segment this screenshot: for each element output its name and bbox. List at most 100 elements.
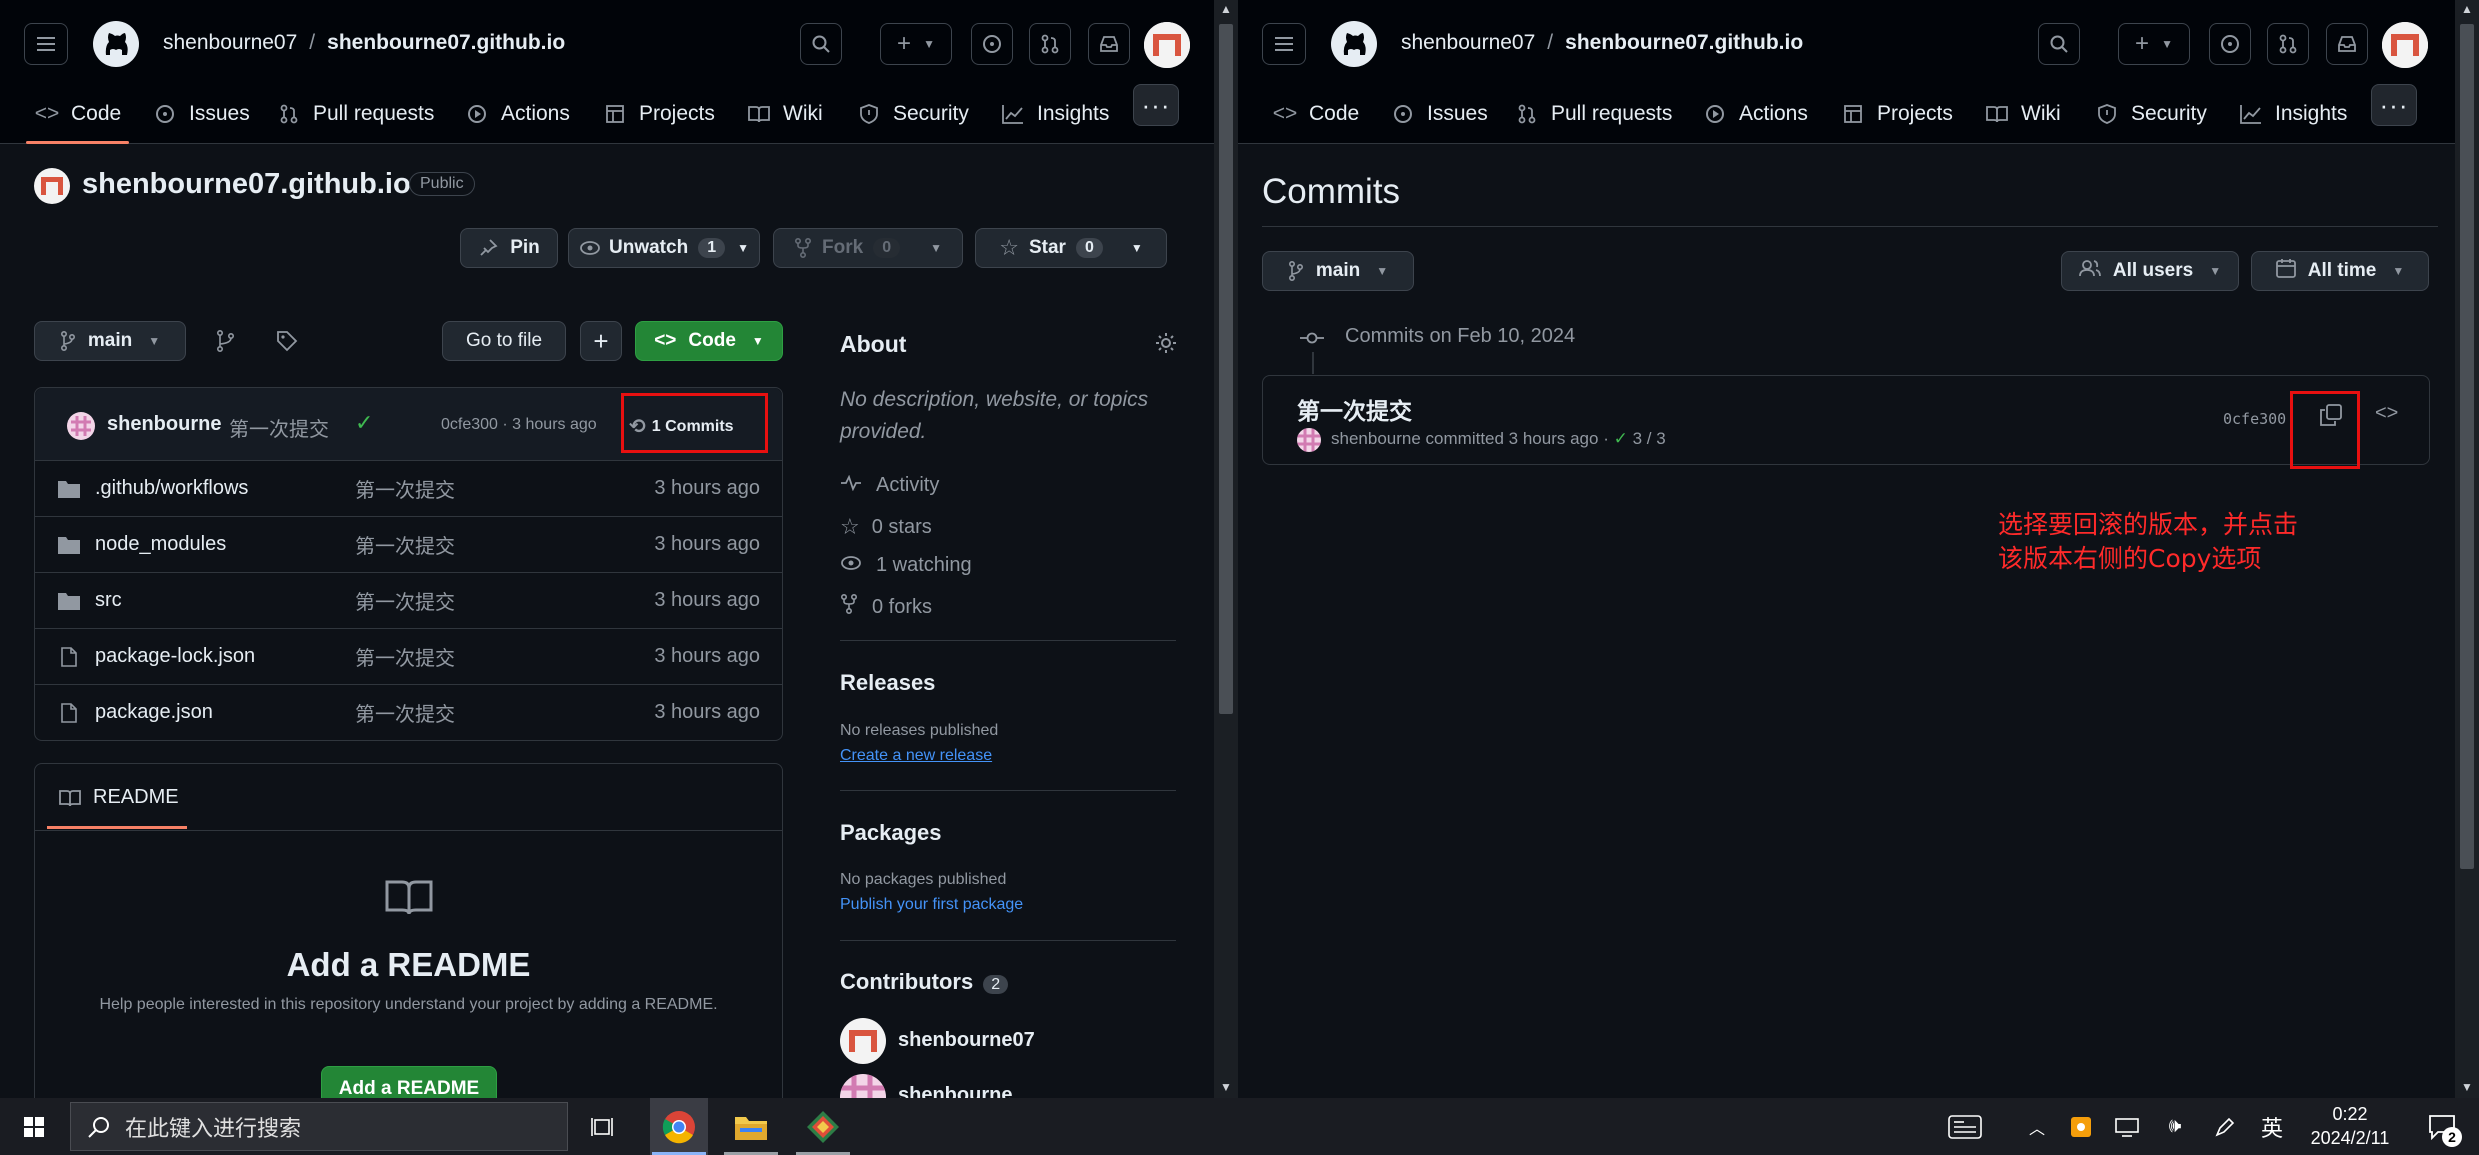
tab-projects[interactable]: Projects bbox=[602, 98, 715, 130]
publish-package-link[interactable]: Publish your first package bbox=[840, 896, 1023, 914]
news-icon[interactable] bbox=[1944, 1098, 1986, 1155]
tags-icon[interactable] bbox=[276, 330, 298, 357]
time-filter[interactable]: All time ▼ bbox=[2251, 251, 2429, 291]
git-app-icon[interactable] bbox=[794, 1098, 852, 1155]
go-to-file-button[interactable]: Go to file bbox=[442, 321, 566, 361]
breadcrumb-owner[interactable]: shenbourne07 bbox=[163, 31, 297, 54]
contributor-avatar[interactable] bbox=[840, 1018, 886, 1064]
user-avatar[interactable] bbox=[1144, 22, 1190, 68]
user-avatar[interactable] bbox=[2382, 22, 2428, 68]
scroll-down-arrow[interactable]: ▼ bbox=[2455, 1078, 2479, 1096]
add-readme-button[interactable]: Add a README bbox=[321, 1066, 497, 1098]
tab-projects[interactable]: Projects bbox=[1840, 98, 1953, 130]
tab-security[interactable]: Security bbox=[856, 98, 969, 130]
task-view-icon[interactable] bbox=[580, 1098, 628, 1155]
inbox-icon[interactable] bbox=[2326, 23, 2368, 65]
packages-title[interactable]: Packages bbox=[840, 820, 942, 846]
search-icon[interactable] bbox=[2038, 23, 2080, 65]
clock[interactable]: 0:22 2024/2/11 bbox=[2296, 1102, 2404, 1152]
tab-insights[interactable]: Insights bbox=[2238, 98, 2347, 130]
scroll-up-arrow[interactable]: ▲ bbox=[2455, 0, 2479, 18]
breadcrumb-owner[interactable]: shenbourne07 bbox=[1401, 31, 1535, 54]
fork-button[interactable]: Fork 0 ▼ bbox=[773, 228, 963, 268]
tab-code[interactable]: <> Code bbox=[1272, 98, 1359, 130]
contributor-name[interactable]: shenbourne07 bbox=[898, 1029, 1035, 1052]
pull-requests-icon[interactable] bbox=[2267, 23, 2309, 65]
create-new-button[interactable]: + ▼ bbox=[880, 23, 952, 65]
file-row[interactable]: .github/workflows 第一次提交 3 hours ago bbox=[35, 460, 782, 516]
branches-icon[interactable] bbox=[216, 329, 236, 357]
inbox-icon[interactable] bbox=[1088, 23, 1130, 65]
network-icon[interactable] bbox=[2110, 1098, 2144, 1155]
tray-overflow-icon[interactable]: ︿ bbox=[2022, 1098, 2052, 1155]
ime-indicator[interactable]: 英 bbox=[2256, 1098, 2288, 1155]
tab-actions[interactable]: Actions bbox=[464, 98, 570, 130]
activity-link[interactable]: Activity bbox=[840, 474, 939, 497]
readme-tab[interactable]: README bbox=[59, 786, 179, 809]
tab-wiki[interactable]: Wiki bbox=[1984, 98, 2061, 130]
file-row[interactable]: src 第一次提交 3 hours ago bbox=[35, 572, 782, 628]
users-filter[interactable]: All users ▼ bbox=[2061, 251, 2239, 291]
pen-icon[interactable] bbox=[2208, 1098, 2242, 1155]
issues-icon[interactable] bbox=[2209, 23, 2251, 65]
commit-meta[interactable]: 0cfe300 · 3 hours ago bbox=[441, 416, 597, 434]
right-scrollbar[interactable]: ▲ ▼ bbox=[2455, 0, 2479, 1098]
pin-button[interactable]: Pin bbox=[460, 228, 558, 268]
contributors-title[interactable]: Contributors 2 bbox=[840, 969, 1009, 995]
tab-issues[interactable]: Issues bbox=[152, 98, 250, 130]
contributor-name[interactable]: shenbourne bbox=[898, 1084, 1012, 1098]
create-release-link[interactable]: Create a new release bbox=[840, 747, 992, 765]
contributor-avatar[interactable] bbox=[840, 1074, 886, 1098]
branch-selector[interactable]: main ▼ bbox=[34, 321, 186, 361]
commit-author[interactable]: shenbourne bbox=[1331, 429, 1421, 448]
github-logo-icon[interactable] bbox=[1330, 20, 1378, 68]
commit-author[interactable]: shenbourne bbox=[107, 413, 221, 436]
forks-link[interactable]: 0 forks bbox=[840, 593, 932, 620]
volume-icon[interactable]: 🕪 bbox=[2158, 1098, 2192, 1155]
file-explorer-icon[interactable] bbox=[722, 1098, 780, 1155]
breadcrumb-repo[interactable]: shenbourne07.github.io bbox=[327, 31, 565, 54]
issues-icon[interactable] bbox=[971, 23, 1013, 65]
scroll-down-arrow[interactable]: ▼ bbox=[1214, 1078, 1238, 1096]
gear-icon[interactable] bbox=[1154, 331, 1178, 360]
file-row[interactable]: node_modules 第一次提交 3 hours ago bbox=[35, 516, 782, 572]
more-tabs-button[interactable]: ··· bbox=[2371, 84, 2417, 126]
tab-code[interactable]: <> Code bbox=[25, 98, 130, 144]
tab-issues[interactable]: Issues bbox=[1390, 98, 1488, 130]
file-row[interactable]: package-lock.json 第一次提交 3 hours ago bbox=[35, 628, 782, 684]
author-avatar[interactable] bbox=[67, 412, 95, 440]
scrollbar-thumb[interactable] bbox=[1219, 24, 1233, 714]
author-avatar[interactable] bbox=[1297, 428, 1321, 452]
branch-selector[interactable]: main ▼ bbox=[1262, 251, 1414, 291]
tab-pull-requests[interactable]: Pull requests bbox=[276, 98, 434, 130]
file-row[interactable]: package.json 第一次提交 3 hours ago bbox=[35, 684, 782, 740]
scrollbar-thumb[interactable] bbox=[2460, 24, 2474, 869]
github-logo-icon[interactable] bbox=[92, 20, 140, 68]
browse-code-icon[interactable]: <> bbox=[2375, 402, 2398, 425]
tab-actions[interactable]: Actions bbox=[1702, 98, 1808, 130]
tab-pull-requests[interactable]: Pull requests bbox=[1514, 98, 1672, 130]
releases-title[interactable]: Releases bbox=[840, 670, 935, 696]
code-button[interactable]: <> Code ▼ bbox=[635, 321, 783, 361]
more-tabs-button[interactable]: ··· bbox=[1133, 84, 1179, 126]
scroll-up-arrow[interactable]: ▲ bbox=[1214, 0, 1238, 18]
add-file-button[interactable]: + bbox=[580, 321, 622, 361]
repo-title[interactable]: shenbourne07.github.io bbox=[82, 168, 411, 201]
menu-icon[interactable] bbox=[24, 23, 68, 65]
star-button[interactable]: ☆ Star 0 ▼ bbox=[975, 228, 1167, 268]
commit-title[interactable]: 第一次提交 bbox=[1297, 392, 1412, 426]
notification-center[interactable]: 2 bbox=[2414, 1098, 2470, 1155]
tab-wiki[interactable]: Wiki bbox=[746, 98, 823, 130]
tray-app-icon[interactable] bbox=[2066, 1098, 2096, 1155]
menu-icon[interactable] bbox=[1262, 23, 1306, 65]
repo-owner-avatar[interactable] bbox=[34, 168, 70, 204]
pull-requests-icon[interactable] bbox=[1029, 23, 1071, 65]
search-icon[interactable] bbox=[800, 23, 842, 65]
commit-row[interactable]: 第一次提交 shenbourne committed 3 hours ago ·… bbox=[1262, 375, 2430, 465]
tab-security[interactable]: Security bbox=[2094, 98, 2207, 130]
breadcrumb-repo[interactable]: shenbourne07.github.io bbox=[1565, 31, 1803, 54]
start-button[interactable] bbox=[0, 1098, 68, 1155]
taskbar-search[interactable]: 在此键入进行搜索 bbox=[70, 1102, 568, 1151]
watching-link[interactable]: 1 watching bbox=[840, 554, 972, 577]
stars-link[interactable]: ☆ 0 stars bbox=[840, 514, 932, 540]
